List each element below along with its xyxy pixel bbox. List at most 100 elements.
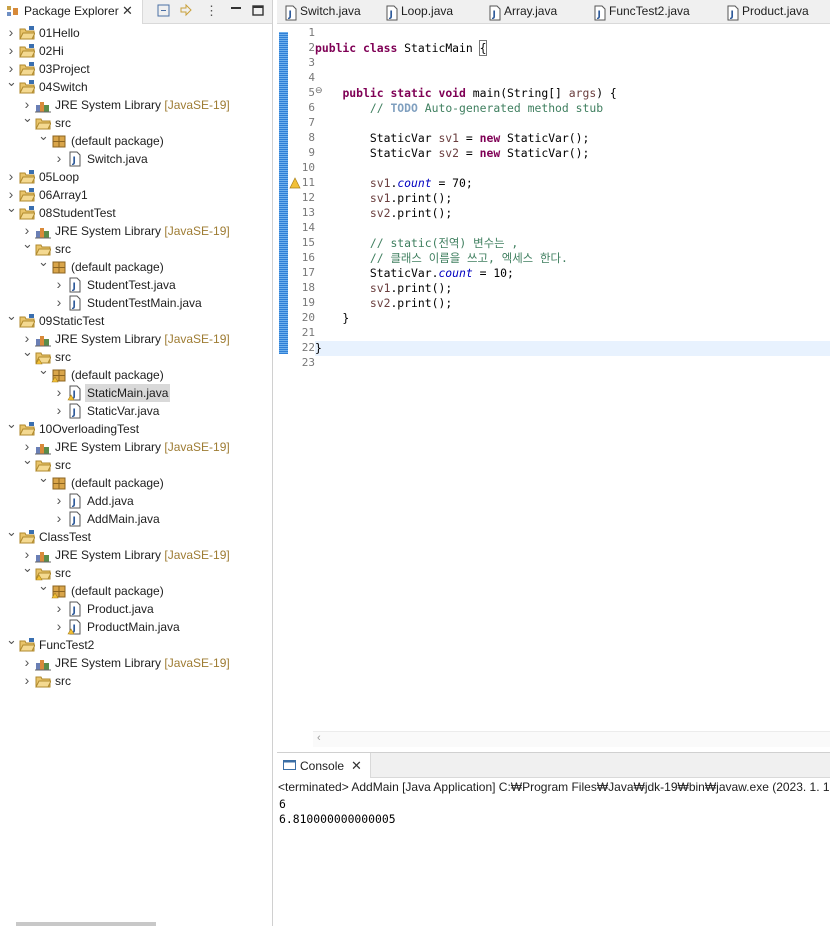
chevron-down-icon[interactable]: ⌄ bbox=[6, 417, 17, 431]
chevron-right-icon[interactable]: › bbox=[22, 223, 32, 237]
chevron-right-icon[interactable]: › bbox=[54, 295, 64, 309]
explorer-horizontal-scrollbar[interactable] bbox=[16, 922, 156, 926]
tree-item[interactable]: ⌄ (default package) bbox=[0, 129, 272, 150]
tree-item[interactable]: ⌄ 08StudentTest bbox=[0, 201, 272, 222]
code-line[interactable]: StaticVar sv2 = new StaticVar(); bbox=[315, 146, 830, 161]
chevron-right-icon[interactable]: › bbox=[22, 331, 32, 345]
code-line[interactable] bbox=[315, 221, 830, 236]
chevron-right-icon[interactable]: › bbox=[22, 655, 32, 669]
chevron-down-icon[interactable]: ⌄ bbox=[6, 201, 17, 215]
tree-item[interactable]: ⌄ (default package) bbox=[0, 363, 272, 384]
chevron-down-icon[interactable]: ⌄ bbox=[38, 255, 49, 269]
tree-item[interactable]: ⌄ FuncTest2 bbox=[0, 633, 272, 654]
chevron-down-icon[interactable]: ⌄ bbox=[22, 345, 33, 359]
tree-item[interactable]: › src bbox=[0, 672, 272, 690]
editor-tab[interactable]: J Loop.java bbox=[378, 0, 498, 24]
chevron-right-icon[interactable]: › bbox=[22, 97, 32, 111]
chevron-down-icon[interactable]: ⌄ bbox=[6, 75, 17, 89]
minimize-icon[interactable] bbox=[228, 3, 244, 19]
code-line[interactable]: sv2.print(); bbox=[315, 296, 830, 311]
chevron-down-icon[interactable]: ⌄ bbox=[38, 471, 49, 485]
code-line[interactable]: sv1.print(); bbox=[315, 191, 830, 206]
tree-item[interactable]: ⌄ 09StaticTest bbox=[0, 309, 272, 330]
code-line[interactable]: StaticVar sv1 = new StaticVar(); bbox=[315, 131, 830, 146]
tree-item[interactable]: › J StaticVar.java bbox=[0, 402, 272, 420]
tree-item[interactable]: › J Product.java bbox=[0, 600, 272, 618]
chevron-right-icon[interactable]: › bbox=[6, 61, 16, 75]
chevron-right-icon[interactable]: › bbox=[54, 151, 64, 165]
tree-item[interactable]: › 02Hi bbox=[0, 42, 272, 60]
maximize-icon[interactable] bbox=[250, 3, 266, 19]
close-icon[interactable]: ✕ bbox=[122, 3, 133, 19]
tree-item[interactable]: › 06Array1 bbox=[0, 186, 272, 204]
tree-item[interactable]: › J ProductMain.java bbox=[0, 618, 272, 636]
code-line[interactable]: } bbox=[315, 341, 830, 356]
code-line[interactable]: sv2.print(); bbox=[315, 206, 830, 221]
scroll-left-icon[interactable]: ‹ bbox=[317, 732, 321, 744]
chevron-down-icon[interactable]: ⌄ bbox=[6, 525, 17, 539]
tree-item[interactable]: › JRE System Library [JavaSE-19] bbox=[0, 330, 272, 348]
code-line[interactable] bbox=[315, 56, 830, 71]
tree-item[interactable]: ⌄ (default package) bbox=[0, 579, 272, 600]
chevron-right-icon[interactable]: › bbox=[54, 403, 64, 417]
code-editor[interactable]: 1 2 3 4 5 ⊖ 6 7 8 9 10 11 12 13 14 15 16 17 18 19 20 21 22 23 p… bbox=[277, 24, 830, 747]
tree-item[interactable]: ⌄ (default package) bbox=[0, 255, 272, 276]
tree-item[interactable]: › JRE System Library [JavaSE-19] bbox=[0, 222, 272, 240]
code-line[interactable]: // TODO Auto-generated method stub bbox=[315, 101, 830, 116]
chevron-right-icon[interactable]: › bbox=[6, 43, 16, 57]
link-with-editor-icon[interactable] bbox=[178, 3, 194, 19]
chevron-right-icon[interactable]: › bbox=[54, 277, 64, 291]
chevron-right-icon[interactable]: › bbox=[6, 169, 16, 183]
code-line[interactable]: // 클래스 이름을 쓰고, 엑세스 한다. bbox=[315, 251, 830, 266]
chevron-down-icon[interactable]: ⌄ bbox=[38, 363, 49, 377]
code-line[interactable]: public static void main(String[] args) { bbox=[315, 86, 830, 101]
tree-item[interactable]: › JRE System Library [JavaSE-19] bbox=[0, 654, 272, 672]
code-line[interactable]: sv1.print(); bbox=[315, 281, 830, 296]
code-line[interactable] bbox=[315, 116, 830, 131]
chevron-right-icon[interactable]: › bbox=[54, 511, 64, 525]
code-line[interactable]: // static(전역) 변수는 , bbox=[315, 236, 830, 251]
chevron-right-icon[interactable]: › bbox=[6, 25, 16, 39]
chevron-right-icon[interactable]: › bbox=[54, 619, 64, 633]
tree-item[interactable]: ⌄ 10OverloadingTest bbox=[0, 417, 272, 438]
chevron-right-icon[interactable]: › bbox=[54, 385, 64, 399]
chevron-down-icon[interactable]: ⌄ bbox=[6, 633, 17, 647]
chevron-down-icon[interactable]: ⌄ bbox=[6, 309, 17, 323]
tree-item[interactable]: › J StaticMain.java bbox=[0, 384, 272, 402]
chevron-right-icon[interactable]: › bbox=[22, 547, 32, 561]
tree-item[interactable]: ⌄ ClassTest bbox=[0, 525, 272, 546]
code-line[interactable] bbox=[315, 26, 830, 41]
warning-icon[interactable] bbox=[289, 177, 301, 192]
chevron-right-icon[interactable]: › bbox=[22, 673, 32, 687]
chevron-down-icon[interactable]: ⌄ bbox=[38, 579, 49, 593]
tree-item[interactable]: ⌄ (default package) bbox=[0, 471, 272, 492]
code-line[interactable] bbox=[315, 356, 830, 371]
close-icon[interactable]: ✕ bbox=[351, 758, 362, 774]
chevron-right-icon[interactable]: › bbox=[22, 439, 32, 453]
horizontal-scrollbar[interactable]: ‹ bbox=[313, 731, 830, 747]
tree-item[interactable]: › J StudentTestMain.java bbox=[0, 294, 272, 312]
chevron-down-icon[interactable]: ⌄ bbox=[22, 237, 33, 251]
chevron-down-icon[interactable]: ⌄ bbox=[38, 129, 49, 143]
chevron-down-icon[interactable]: ⌄ bbox=[22, 561, 33, 575]
tab-console[interactable]: Console ✕ bbox=[277, 753, 371, 778]
tree-item[interactable]: › JRE System Library [JavaSE-19] bbox=[0, 438, 272, 456]
tree-item[interactable]: › 03Project bbox=[0, 60, 272, 78]
tree-item[interactable]: › J StudentTest.java bbox=[0, 276, 272, 294]
chevron-right-icon[interactable]: › bbox=[54, 601, 64, 615]
code-line[interactable] bbox=[315, 161, 830, 176]
chevron-down-icon[interactable]: ⌄ bbox=[22, 453, 33, 467]
view-menu-icon[interactable]: ⋮ bbox=[205, 3, 221, 19]
code-line[interactable]: public class StaticMain { bbox=[315, 40, 830, 56]
tree-item[interactable]: › J Add.java bbox=[0, 492, 272, 510]
chevron-right-icon[interactable]: › bbox=[6, 187, 16, 201]
code-line[interactable]: sv1.count = 70; bbox=[315, 176, 830, 191]
code-line[interactable] bbox=[315, 326, 830, 341]
chevron-down-icon[interactable]: ⌄ bbox=[22, 111, 33, 125]
tree-item[interactable]: › J Switch.java bbox=[0, 150, 272, 168]
tree-item[interactable]: › J AddMain.java bbox=[0, 510, 272, 528]
code-line[interactable]: } bbox=[315, 311, 830, 326]
code-line[interactable] bbox=[315, 71, 830, 86]
editor-tab[interactable]: J FuncTest2.java bbox=[586, 0, 706, 24]
chevron-right-icon[interactable]: › bbox=[54, 493, 64, 507]
